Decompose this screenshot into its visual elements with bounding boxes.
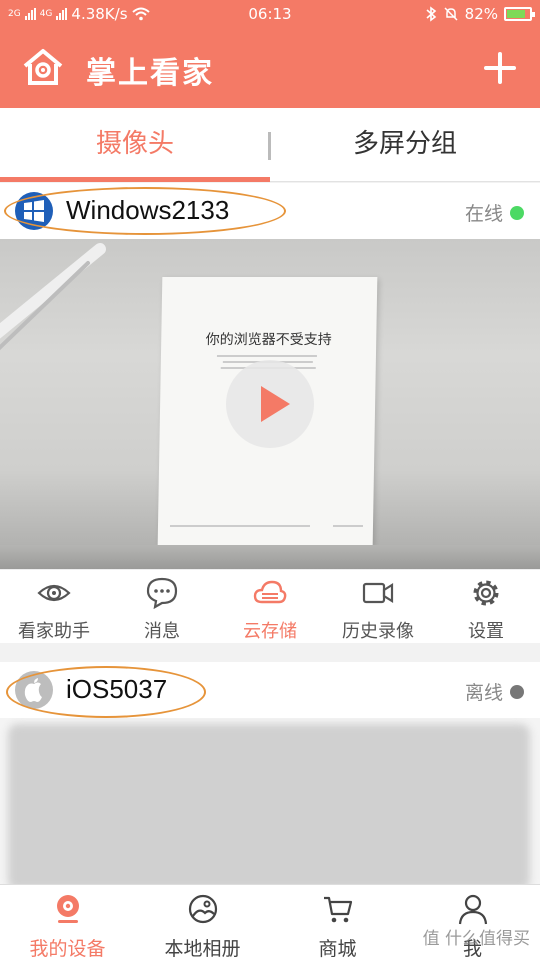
nav-label: 本地相册 bbox=[164, 938, 241, 960]
album-icon bbox=[188, 894, 217, 924]
camera-device-icon bbox=[56, 895, 79, 923]
preview-doc-title: 你的浏览器不受支持 bbox=[205, 332, 332, 348]
device-card-header[interactable]: Windows2133 在线 bbox=[0, 183, 540, 239]
device-status: 离线 bbox=[465, 678, 524, 705]
cart-icon bbox=[323, 896, 352, 923]
bluetooth-icon bbox=[426, 6, 436, 22]
action-label: 历史录像 bbox=[342, 621, 414, 642]
online-status-dot bbox=[510, 205, 524, 220]
play-icon bbox=[261, 386, 290, 422]
nav-label: 商城 bbox=[318, 938, 357, 960]
nav-shop[interactable]: 商城 bbox=[270, 885, 405, 960]
home-logo-icon bbox=[23, 49, 63, 85]
nav-local-album[interactable]: 本地相册 bbox=[135, 885, 270, 960]
play-button[interactable] bbox=[226, 360, 314, 448]
action-label: 看家助手 bbox=[18, 621, 90, 642]
action-settings[interactable]: 设置 bbox=[432, 570, 540, 643]
app-header: 掌上看家 bbox=[0, 28, 540, 108]
nav-my-devices[interactable]: 我的设备 bbox=[0, 885, 135, 960]
app-title: 掌上看家 bbox=[86, 56, 214, 91]
action-label: 设置 bbox=[468, 621, 504, 642]
action-label: 云存储 bbox=[243, 621, 297, 642]
action-cloud-storage[interactable]: 云存储 bbox=[216, 570, 324, 643]
action-label: 消息 bbox=[144, 621, 180, 642]
cloud-icon bbox=[253, 580, 287, 604]
gear-icon bbox=[473, 580, 499, 606]
device-card-windows: Windows2133 在线 你的浏览器不受支持 看家助手 消息 云存储 历史录… bbox=[0, 183, 540, 643]
device-status-text: 离线 bbox=[464, 682, 503, 704]
desk-edge-image bbox=[0, 545, 540, 569]
lamp-arm-image bbox=[0, 243, 106, 351]
device-card-ios: iOS5037 离线 bbox=[0, 662, 540, 884]
add-device-button[interactable] bbox=[482, 50, 518, 86]
nav-label: 我的设备 bbox=[29, 938, 106, 960]
watermark-text: 值 什么值得买 bbox=[422, 929, 530, 949]
battery-icon bbox=[504, 7, 535, 21]
action-messages[interactable]: 消息 bbox=[108, 570, 216, 643]
tab-multiscreen-groups[interactable]: 多屏分组 bbox=[270, 108, 540, 182]
tab-bar: 摄像头 多屏分组 bbox=[0, 108, 540, 182]
highlight-oval bbox=[6, 666, 206, 718]
person-icon bbox=[458, 894, 487, 925]
eye-icon bbox=[37, 584, 71, 602]
camera-preview[interactable]: 你的浏览器不受支持 bbox=[0, 239, 540, 569]
action-history-recordings[interactable]: 历史录像 bbox=[324, 570, 432, 643]
action-home-assistant[interactable]: 看家助手 bbox=[0, 570, 108, 643]
blurred-preview-image bbox=[8, 724, 530, 884]
highlight-oval bbox=[4, 187, 286, 235]
status-bar: 2G 4G 4.38K/s 06:13 82% bbox=[0, 0, 540, 28]
device-status-text: 在线 bbox=[464, 203, 503, 225]
device-card-header[interactable]: iOS5037 离线 bbox=[0, 662, 540, 718]
message-icon bbox=[146, 577, 178, 610]
device-status: 在线 bbox=[465, 199, 524, 226]
battery-percent: 82% bbox=[464, 5, 498, 23]
mute-bell-icon bbox=[444, 7, 458, 21]
device-action-bar: 看家助手 消息 云存储 历史录像 设置 bbox=[0, 569, 540, 643]
camera-preview-blurred[interactable] bbox=[0, 718, 540, 884]
offline-status-dot bbox=[510, 684, 524, 699]
video-camera-icon bbox=[362, 582, 394, 604]
tab-cameras[interactable]: 摄像头 bbox=[0, 108, 270, 182]
